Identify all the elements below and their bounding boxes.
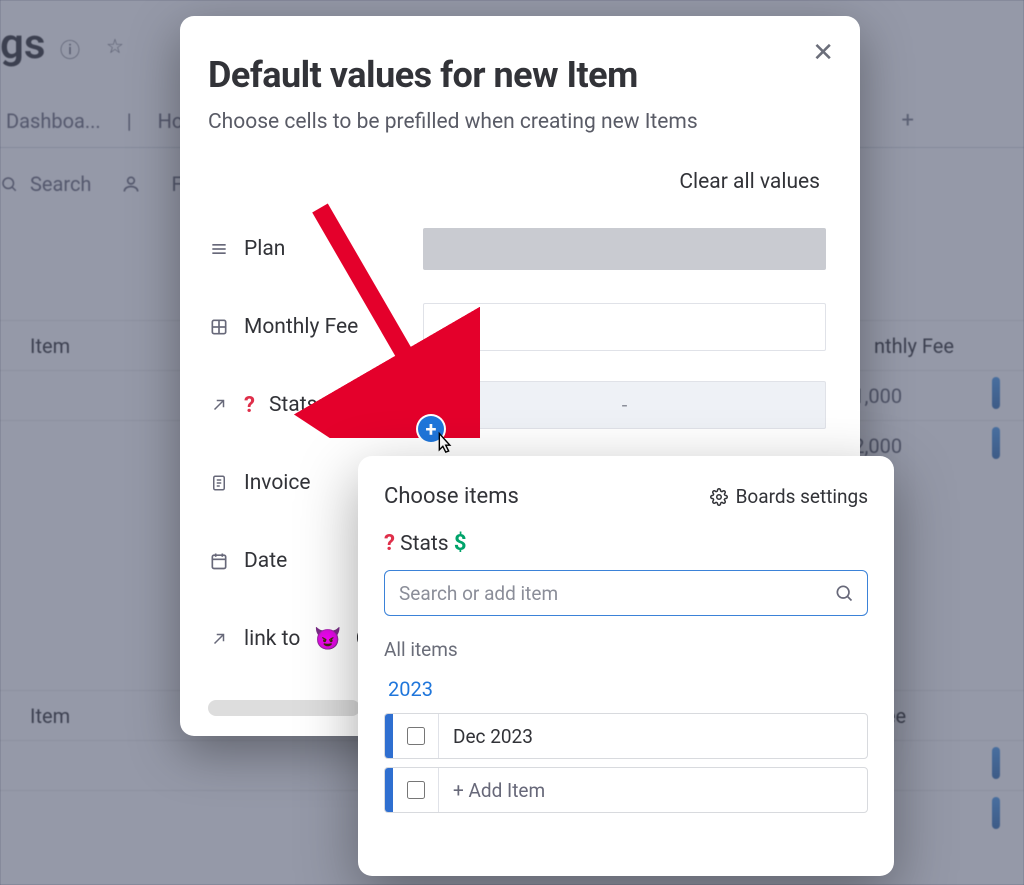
bg-col-fee: nthly Fee: [874, 334, 1024, 358]
year-group-label[interactable]: 2023: [384, 677, 868, 701]
grid-icon: [208, 316, 230, 338]
item-checkbox[interactable]: [407, 727, 425, 745]
bg-toolbar: Search F: [0, 172, 183, 196]
person-icon[interactable]: [121, 174, 141, 194]
field-label: Invoice: [244, 471, 311, 495]
search-icon: [0, 175, 18, 193]
item-label: Dec 2023: [439, 725, 533, 748]
add-item-row[interactable]: + Add Item: [384, 767, 868, 813]
data-bar: [992, 747, 1000, 779]
field-label: Stats: [269, 393, 317, 417]
field-cell-plan[interactable]: [423, 228, 826, 270]
divider: |: [127, 109, 132, 133]
search-input[interactable]: [384, 570, 868, 616]
info-icon: ⓘ: [60, 34, 80, 63]
data-bar: [992, 797, 1000, 829]
emoji-icon: 😈: [314, 627, 341, 652]
field-cell-stats[interactable]: -: [423, 381, 826, 429]
field-row-stats: ? Stats $ -: [208, 366, 826, 444]
bg-title-fragment: gs: [0, 20, 46, 69]
data-bar: [992, 427, 1000, 459]
close-icon[interactable]: ✕: [812, 40, 834, 66]
arrow-up-right-icon: [208, 394, 230, 416]
list-item[interactable]: Dec 2023: [384, 713, 868, 759]
boards-settings-button[interactable]: Boards settings: [710, 485, 868, 508]
dollar-icon: $: [454, 531, 467, 556]
bg-col-item: Item: [0, 704, 200, 728]
picker-title: Choose items: [384, 484, 519, 509]
add-item-label: + Add Item: [439, 779, 545, 802]
bg-search-label[interactable]: Search: [30, 172, 91, 196]
search-wrap: [384, 570, 868, 616]
tab-dashboard[interactable]: Dashboa...: [0, 109, 107, 133]
bg-col-fee2: Fee: [874, 704, 1024, 728]
group-color-indicator: [385, 714, 393, 758]
placeholder-dash: -: [622, 393, 628, 417]
bg-cell-fee: $2,000: [842, 434, 992, 458]
item-checkbox[interactable]: [407, 781, 425, 799]
bg-col-item: Item: [0, 334, 200, 358]
gear-icon: [710, 488, 728, 506]
menu-icon: [208, 238, 230, 260]
item-picker-popup: Choose items Boards settings ? Stats $ A…: [358, 456, 894, 876]
picker-board-label: Stats: [400, 532, 448, 556]
field-label: Monthly Fee: [244, 315, 358, 339]
calendar-icon: [208, 550, 230, 572]
horizontal-scrollbar[interactable]: [208, 700, 360, 716]
add-tab-button[interactable]: +: [902, 108, 914, 133]
group-color-indicator: [385, 768, 393, 812]
document-icon: [208, 472, 230, 494]
bg-title-icons: ⓘ ☆: [60, 34, 124, 63]
field-cell-monthly-fee[interactable]: [423, 303, 826, 351]
question-icon: ?: [384, 531, 395, 556]
field-label: Date: [244, 549, 287, 573]
all-items-label: All items: [384, 638, 868, 661]
dollar-icon: $: [331, 393, 344, 418]
search-icon: [834, 583, 854, 603]
star-icon: ☆: [106, 34, 124, 63]
field-row-plan: Plan: [208, 210, 826, 288]
picker-board-name: ? Stats $: [384, 531, 868, 556]
data-bar: [992, 377, 1000, 409]
modal-subtitle: Choose cells to be prefilled when creati…: [208, 110, 826, 134]
clear-all-button[interactable]: Clear all values: [208, 170, 826, 194]
bg-cell-fee: $1,000: [842, 384, 992, 408]
field-label: link to: [244, 627, 300, 651]
question-icon: ?: [244, 393, 255, 418]
field-row-monthly-fee: Monthly Fee: [208, 288, 826, 366]
add-linked-item-button[interactable]: +: [418, 416, 444, 442]
field-label: Plan: [244, 237, 285, 261]
modal-title: Default values for new Item: [208, 54, 826, 96]
picker-settings-label: Boards settings: [736, 485, 868, 508]
arrow-up-right-icon: [208, 628, 230, 650]
